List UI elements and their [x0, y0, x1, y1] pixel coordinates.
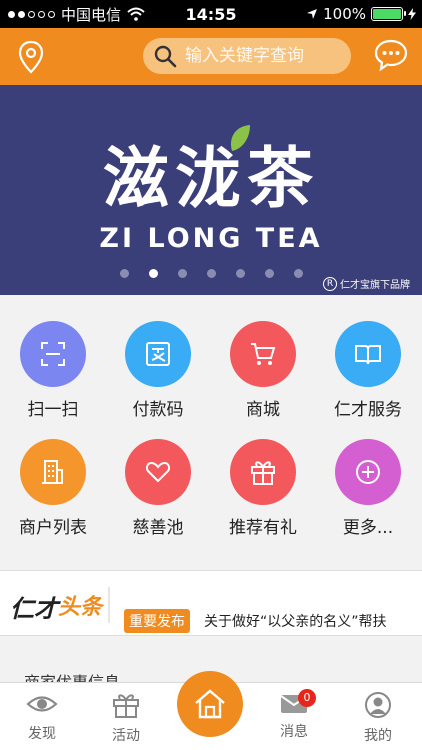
location-pin-icon [18, 40, 44, 74]
grid-item-circle [230, 439, 296, 505]
plus-icon [356, 460, 380, 484]
location-arrow-icon [307, 9, 318, 19]
grid-item-circle [230, 321, 296, 387]
banner-sub-brand: R 仁才宝旗下品牌 [323, 276, 410, 291]
home-icon [195, 689, 225, 719]
tab-label: 发现 [28, 726, 56, 742]
chat-button[interactable] [374, 38, 408, 72]
grid-item-service[interactable]: 仁才服务 [318, 321, 418, 436]
news-logo-part2: 头条 [58, 595, 103, 620]
grid-item-label: 扫一扫 [27, 400, 79, 420]
carrier-label: 中国电信 [61, 5, 122, 24]
banner-brand-cn: 滋泷茶 [103, 140, 319, 217]
app-screen: 中国电信 14:55 100% 输入关键字查询 滋泷茶 ZI LONG TEA … [0, 0, 422, 750]
banner-pager[interactable] [120, 269, 303, 278]
grid-item-label: 商户列表 [19, 518, 87, 538]
grid-item-more[interactable]: 更多... [318, 439, 418, 554]
grid-item-circle [20, 439, 86, 505]
unread-badge: 0 [298, 689, 316, 707]
grid-item-mall[interactable]: 商城 [213, 321, 313, 436]
tab-label: 消息 [280, 724, 308, 740]
grid-item-referral[interactable]: 推荐有礼 [213, 439, 313, 554]
sub-brand-label: 仁才宝旗下品牌 [340, 280, 410, 291]
building-icon [42, 460, 63, 484]
tab-label: 我的 [364, 728, 392, 744]
tab-discover[interactable]: 发现 [12, 691, 72, 743]
news-headline[interactable]: 关于做好“以父亲的名义”帮扶 [204, 611, 387, 631]
banner-brand-en: ZI LONG TEA [99, 223, 323, 254]
grid-item-circle [335, 439, 401, 505]
tab-activities[interactable]: 活动 [96, 691, 156, 745]
app-header [0, 28, 422, 85]
search-input[interactable] [185, 46, 345, 66]
promo-banner[interactable]: 滋泷茶 ZI LONG TEA R 仁才宝旗下品牌 [0, 85, 422, 295]
gift-icon [113, 694, 139, 718]
grid-item-circle [125, 321, 191, 387]
wifi-icon [127, 7, 145, 21]
news-logo: 仁才 头条 [10, 587, 110, 623]
pager-dot[interactable] [236, 269, 245, 278]
grid-item-label: 付款码 [132, 400, 184, 420]
grid-item-label: 推荐有礼 [229, 518, 297, 538]
brand-mark-icon: R [323, 276, 337, 291]
status-left: 中国电信 [0, 4, 145, 25]
battery-icon [371, 7, 406, 21]
grid-item-charity[interactable]: 慈善池 [108, 439, 208, 554]
grid-item-circle [20, 321, 86, 387]
pager-dot[interactable] [149, 269, 158, 278]
book-icon [355, 345, 381, 365]
shopping-cart-icon [251, 343, 276, 365]
bottom-tab-bar: 发现 活动 0 消息 我的 [0, 671, 422, 750]
grid-item-pay-code[interactable]: 付款码 [108, 321, 208, 436]
search-icon [154, 45, 177, 68]
grid-item-scan[interactable]: 扫一扫 [3, 321, 103, 436]
battery-percent: 100% [323, 5, 366, 23]
grid-item-circle [335, 321, 401, 387]
grid-item-label: 慈善池 [132, 518, 184, 538]
tab-messages[interactable]: 0 消息 [264, 689, 324, 741]
scan-icon [41, 342, 65, 366]
signal-icon [8, 10, 55, 18]
grid-item-circle [125, 439, 191, 505]
pay-code-icon [146, 342, 170, 366]
tab-label: 活动 [112, 728, 140, 744]
eye-icon [26, 696, 58, 712]
status-right: 100% [306, 5, 416, 23]
pager-dot[interactable] [178, 269, 187, 278]
location-button[interactable] [18, 40, 44, 74]
grid-item-merchants[interactable]: 商户列表 [3, 439, 103, 554]
grid-item-label: 商城 [246, 400, 280, 420]
pager-dot[interactable] [265, 269, 274, 278]
status-bar: 中国电信 14:55 100% [0, 0, 422, 28]
news-ticker[interactable]: 仁才 头条 重要发布 关于做好“以父亲的名义”帮扶 [0, 570, 422, 636]
news-logo-part1: 仁才 [10, 595, 58, 623]
pager-dot[interactable] [294, 269, 303, 278]
grid-item-label: 仁才服务 [334, 400, 402, 420]
tab-home[interactable] [177, 671, 243, 737]
pager-dot[interactable] [207, 269, 216, 278]
tab-mine[interactable]: 我的 [348, 691, 408, 745]
grid-item-label: 更多... [342, 518, 394, 538]
gift-icon [251, 461, 275, 485]
pager-dot[interactable] [120, 269, 129, 278]
heart-icon [145, 461, 171, 483]
search-bar[interactable] [143, 38, 351, 74]
user-icon [365, 692, 391, 718]
charging-icon [408, 8, 416, 20]
news-tag-badge: 重要发布 [124, 609, 190, 633]
chat-bubble-icon [374, 39, 408, 72]
leaf-icon [230, 125, 250, 151]
function-grid: 扫一扫 付款码 商城 仁才服务 商户列表 慈善池 推荐有礼 更多... [0, 295, 422, 570]
